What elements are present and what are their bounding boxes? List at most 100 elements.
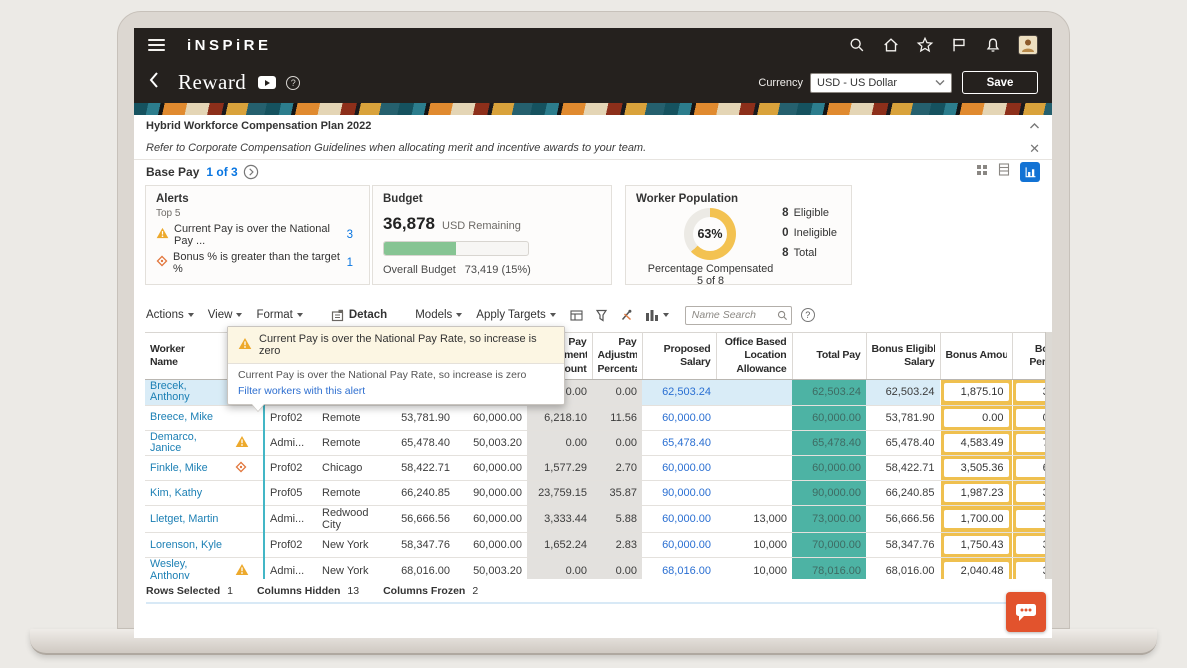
- view-menu[interactable]: View: [208, 309, 243, 321]
- alert-count-link[interactable]: 3: [347, 229, 359, 241]
- proposed-salary-cell: 60,000.00: [642, 533, 716, 558]
- proposed-salary-link[interactable]: 60,000.00: [662, 412, 711, 424]
- proposed-salary-link[interactable]: 60,000.00: [662, 513, 711, 525]
- menu-icon[interactable]: [148, 39, 165, 51]
- worker-name-link[interactable]: Lletget, Martin: [150, 514, 225, 525]
- home-icon[interactable]: [882, 36, 900, 54]
- worker-row[interactable]: Breece, MikeProf02Remote53,781.9060,000.…: [145, 405, 1052, 430]
- worker-name-link[interactable]: Demarco, Janice: [150, 432, 225, 455]
- worker-row[interactable]: Finkle, MikeProf02Chicago58,422.7160,000…: [145, 456, 1052, 481]
- population-caption: Percentage Compensated 5 of 8: [628, 263, 793, 288]
- back-chevron-icon[interactable]: [148, 71, 162, 94]
- currency-select[interactable]: USD - US Dollar: [810, 73, 952, 93]
- detach-button[interactable]: Detach: [331, 309, 387, 322]
- page-title: Reward: [178, 70, 246, 95]
- column-header[interactable]: WorkerName: [145, 333, 230, 380]
- bonus-value-input[interactable]: 2,040.48: [944, 562, 1009, 579]
- format-menu[interactable]: Format: [256, 309, 302, 321]
- grid-view-icon[interactable]: [976, 163, 988, 181]
- freeze-panes-icon[interactable]: [570, 309, 583, 322]
- diamond-icon: [235, 461, 247, 473]
- worker-name-link[interactable]: Lorenson, Kyle: [150, 540, 225, 551]
- proposed-salary-cell: 62,503.24: [642, 380, 716, 406]
- worker-name-link[interactable]: Brecek, Anthony: [150, 381, 225, 404]
- next-section-icon[interactable]: [243, 164, 259, 180]
- actions-menu[interactable]: Actions: [146, 309, 194, 321]
- bonus-value-input[interactable]: 1,700.00: [944, 510, 1009, 528]
- proposed-salary-link[interactable]: 65,478.40: [662, 437, 711, 449]
- proposed-salary-link[interactable]: 62,503.24: [662, 386, 711, 398]
- bonus-value-input[interactable]: 0.00: [944, 409, 1009, 427]
- user-avatar[interactable]: [1018, 35, 1038, 55]
- alert-cell: [230, 558, 264, 579]
- section-pager: 1 of 3: [206, 165, 237, 179]
- worker-name-link[interactable]: Breece, Mike: [150, 412, 225, 423]
- notifications-bell-icon[interactable]: [984, 36, 1002, 54]
- worker-row[interactable]: Demarco, JaniceAdmi...Remote65,478.4050,…: [145, 430, 1052, 456]
- video-icon[interactable]: [258, 76, 276, 89]
- alert-cell: [230, 533, 264, 558]
- alert-tooltip: Current Pay is over the National Pay Rat…: [227, 326, 565, 405]
- bonus-input-cell: 1,987.23: [940, 481, 1012, 506]
- list-view-icon[interactable]: [998, 163, 1010, 181]
- worker-name-link[interactable]: Finkle, Mike: [150, 463, 225, 474]
- vertical-scrollbar[interactable]: [1045, 332, 1052, 579]
- filter-workers-link[interactable]: Filter workers with this alert: [228, 383, 564, 404]
- worker-row[interactable]: Wesley, AnthonyAdmi...New York68,016.005…: [145, 558, 1052, 579]
- worker-name-link[interactable]: Wesley, Anthony: [150, 559, 225, 579]
- chart-view-icon[interactable]: [1020, 162, 1040, 182]
- proposed-salary-link[interactable]: 90,000.00: [662, 487, 711, 499]
- alerts-card-title: Alerts: [156, 193, 359, 205]
- grid-toolbar: Actions View Format Detach Models Apply …: [134, 302, 1052, 328]
- alert-count-link[interactable]: 1: [347, 257, 359, 269]
- warning-triangle-icon: [156, 226, 169, 244]
- grid-cell: 65,478.40: [866, 430, 940, 456]
- flag-icon[interactable]: [950, 36, 968, 54]
- bonus-value-input[interactable]: 3,505.36: [944, 459, 1009, 477]
- apply-targets-menu[interactable]: Apply Targets: [476, 309, 555, 321]
- column-header[interactable]: Bonus Amount: [940, 333, 1012, 380]
- budget-progress-bar: [383, 241, 529, 256]
- alert-summary-text: Bonus % is greater than the target %: [173, 251, 347, 275]
- column-header[interactable]: Total Pay: [792, 333, 866, 380]
- name-search-input[interactable]: [685, 306, 792, 325]
- column-settings-icon[interactable]: [645, 309, 669, 322]
- help-icon[interactable]: ?: [286, 76, 300, 90]
- budget-card: Budget 36,878 USD Remaining Overall Budg…: [372, 185, 612, 285]
- proposed-salary-link[interactable]: 60,000.00: [662, 539, 711, 551]
- alert-cell: [230, 506, 264, 533]
- help-icon[interactable]: ?: [801, 308, 815, 322]
- population-stat: 8Total: [782, 247, 837, 259]
- collapse-chevron-icon[interactable]: [1029, 117, 1040, 135]
- grid-cell: Admi...: [264, 430, 317, 456]
- tools-icon[interactable]: [620, 309, 633, 322]
- column-header[interactable]: PayAdjustmenPercentag: [592, 333, 642, 380]
- diamond-icon: [156, 254, 168, 272]
- save-button[interactable]: Save: [962, 71, 1038, 94]
- close-icon[interactable]: ✕: [1029, 142, 1040, 155]
- bonus-value-input[interactable]: 1,987.23: [944, 484, 1009, 502]
- bonus-value-input[interactable]: 1,875.10: [944, 383, 1009, 401]
- grid-cell: New York: [317, 558, 391, 579]
- bonus-value-input[interactable]: 4,583.49: [944, 434, 1009, 452]
- filter-icon[interactable]: [595, 309, 608, 322]
- worker-row[interactable]: Lorenson, KyleProf02New York58,347.7660,…: [145, 533, 1052, 558]
- models-menu[interactable]: Models: [415, 309, 462, 321]
- columns-hidden: Columns Hidden13: [257, 585, 359, 597]
- proposed-salary-link[interactable]: 68,016.00: [662, 565, 711, 577]
- proposed-salary-link[interactable]: 60,000.00: [662, 462, 711, 474]
- column-header[interactable]: Office BasedLocationAllowance: [716, 333, 792, 380]
- search-icon[interactable]: [848, 36, 866, 54]
- bonus-input-cell: 2,040.48: [940, 558, 1012, 579]
- grid-cell: [716, 405, 792, 430]
- favorites-star-icon[interactable]: [916, 36, 934, 54]
- column-header[interactable]: Bonus EligibleSalary: [866, 333, 940, 380]
- worker-row[interactable]: Lletget, MartinAdmi...Redwood City56,666…: [145, 506, 1052, 533]
- column-header[interactable]: ProposedSalary: [642, 333, 716, 380]
- grid-cell: Remote: [317, 430, 391, 456]
- worker-name-link[interactable]: Kim, Kathy: [150, 488, 225, 499]
- budget-progress-fill: [384, 242, 456, 255]
- bonus-value-input[interactable]: 1,750.43: [944, 536, 1009, 554]
- chat-icon[interactable]: [1006, 592, 1046, 632]
- worker-row[interactable]: Kim, KathyProf05Remote66,240.8590,000.00…: [145, 481, 1052, 506]
